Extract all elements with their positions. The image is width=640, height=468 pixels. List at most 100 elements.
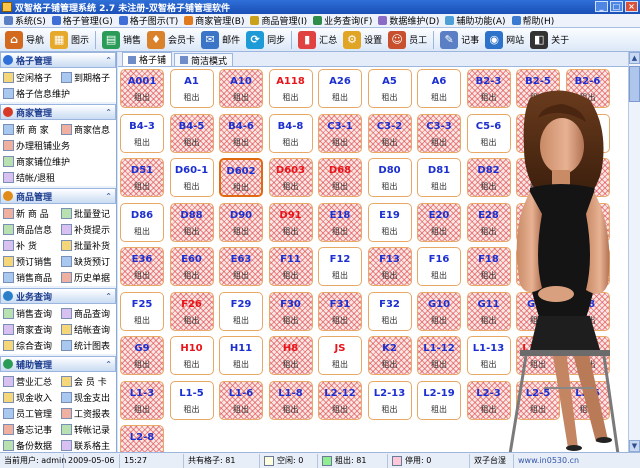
sidebar-item[interactable]: 历史单据	[58, 269, 116, 285]
cell-F32[interactable]: F32 租出	[367, 291, 412, 331]
cell-B4-6[interactable]: B4-6 租出	[219, 113, 263, 153]
scroll-up-icon[interactable]: ▲	[629, 52, 640, 64]
toolbar-button-9[interactable]: ✎ 记事	[437, 29, 482, 51]
cell-E60[interactable]: E60 租出	[169, 247, 214, 286]
sidebar-item[interactable]: 到期格子	[58, 69, 116, 85]
menu-item-2[interactable]: 格子图示(T)	[118, 14, 178, 27]
close-button[interactable]: ×	[625, 1, 638, 12]
sidebar-item[interactable]: 批量登记	[58, 205, 116, 221]
cell-C5-6[interactable]: C5-6 租出	[466, 113, 511, 153]
sidebar-group-header[interactable]: 商品管理 ⌃	[0, 188, 116, 204]
cell-D80[interactable]: D80 租出	[367, 158, 412, 197]
cell-C3-1[interactable]: C3-1 租出	[318, 113, 362, 153]
cell-D85[interactable]: D85 租出	[565, 158, 610, 197]
cell-C3-2[interactable]: C3-2 租出	[367, 113, 412, 153]
cell-L2-19[interactable]: L2-19 租出	[417, 380, 461, 420]
menu-item-4[interactable]: 商品管理(I)	[250, 14, 307, 27]
cell-F26[interactable]: F26 租出	[169, 291, 214, 331]
cell-L2-3[interactable]: L2-3 租出	[466, 380, 511, 420]
cell-L2-6[interactable]: L2-6 租出	[565, 380, 610, 420]
collapse-icon[interactable]: ⌃	[105, 108, 112, 117]
cell-L2-8[interactable]: L2-8	[120, 425, 164, 452]
cell-D82[interactable]: D82 租出	[466, 158, 511, 197]
toolbar-button-10[interactable]: ◉ 网站	[482, 29, 527, 51]
cell-E28[interactable]: E28 租出	[466, 202, 511, 242]
sidebar-item[interactable]: 商品信息	[0, 221, 58, 237]
cell-G9[interactable]: G9 租出	[120, 336, 164, 375]
cell-E18[interactable]: E18 租出	[318, 202, 362, 242]
cell-E31[interactable]: E31 租出	[565, 202, 610, 242]
toolbar-button-6[interactable]: ▮ 汇总	[295, 29, 340, 51]
cell-D86[interactable]: D86 租出	[120, 202, 164, 242]
cell-B2-3[interactable]: B2-3 租出	[466, 69, 511, 108]
cell-B4-3[interactable]: B4-3 租出	[120, 113, 164, 153]
collapse-icon[interactable]: ⌃	[105, 192, 112, 201]
cell-F29[interactable]: F29 租出	[219, 291, 263, 331]
menu-item-3[interactable]: 商家管理(B)	[184, 14, 244, 27]
cell-D81[interactable]: D81 租出	[417, 158, 461, 197]
sidebar-item[interactable]: 预订销售	[0, 253, 58, 269]
cell-L1-13[interactable]: L1-13 租出	[466, 336, 511, 375]
cell-E63[interactable]: E63 租出	[219, 247, 263, 286]
sidebar-item[interactable]: 格子信息维护	[0, 85, 110, 101]
cell-L2-5[interactable]: L2-5 租出	[516, 380, 560, 420]
cell-L1-6[interactable]: L1-6 租出	[219, 380, 263, 420]
sidebar-item[interactable]: 批量补货	[58, 237, 116, 253]
sidebar-item[interactable]: 工资报表	[58, 405, 116, 421]
sidebar-item[interactable]: 商品查询	[58, 305, 116, 321]
cell-L1-19[interactable]: L1-19 租出	[516, 336, 560, 375]
cell-A118[interactable]: A118 租出	[268, 69, 313, 108]
sidebar-group-header[interactable]: 业务查询 ⌃	[0, 288, 116, 304]
collapse-icon[interactable]: ⌃	[105, 56, 112, 65]
cell-D88[interactable]: D88 租出	[169, 202, 214, 242]
cell-F16[interactable]: F16 租出	[417, 247, 461, 286]
cell-A1[interactable]: A1 租出	[169, 69, 214, 108]
cell-A10[interactable]: A10 租出	[219, 69, 263, 108]
cell-L1-3[interactable]: L1-3 租出	[120, 380, 164, 420]
cell-F30[interactable]: F30 租出	[268, 291, 313, 331]
scroll-thumb[interactable]	[629, 66, 640, 102]
scroll-down-icon[interactable]: ▼	[629, 440, 640, 452]
minimize-button[interactable]: _	[595, 1, 608, 12]
sidebar-group-header[interactable]: 格子管理 ⌃	[0, 52, 116, 68]
sidebar-item[interactable]: 新 商 家	[0, 121, 58, 137]
vertical-scrollbar[interactable]: ▲ ▼	[628, 52, 640, 452]
cell-B4-5[interactable]: B4-5 租出	[169, 113, 214, 153]
toolbar-button-5[interactable]: ⟳ 同步	[243, 29, 288, 51]
cell-L1-12[interactable]: L1-12 租出	[417, 336, 461, 375]
cell-A5[interactable]: A5 租出	[367, 69, 412, 108]
sidebar-item[interactable]: 转帐记录	[58, 421, 116, 437]
cell-D60-1[interactable]: D60-1 租出	[169, 158, 214, 197]
sidebar-item[interactable]: 销售查询	[0, 305, 58, 321]
cell-F13[interactable]: F13 租出	[367, 247, 412, 286]
cell-K2[interactable]: K2 租出	[367, 336, 412, 375]
collapse-icon[interactable]: ⌃	[105, 360, 112, 369]
menu-item-7[interactable]: 辅助功能(A)	[445, 14, 506, 27]
cell-F31[interactable]: F31 租出	[318, 291, 362, 331]
cell-H10[interactable]: H10 租出	[169, 336, 214, 375]
toolbar-button-8[interactable]: ☺ 员工	[385, 29, 430, 51]
toolbar-button-0[interactable]: ⌂ 导航	[2, 29, 47, 51]
cell-A001[interactable]: A001 租出	[120, 69, 164, 108]
cell-F23[interactable]: F23 租出	[565, 247, 610, 286]
toolbar-button-2[interactable]: ▤ 销售	[99, 29, 144, 51]
cell-C3-3[interactable]: C3-3 租出	[417, 113, 461, 153]
cell-H8[interactable]: H8 租出	[268, 336, 313, 375]
sidebar-item[interactable]: 缺货预订	[58, 253, 116, 269]
cell-L1-5[interactable]: L1-5 租出	[169, 380, 214, 420]
toolbar-button-4[interactable]: ✉ 邮件	[198, 29, 243, 51]
sidebar-item[interactable]: 现金收入	[0, 389, 58, 405]
cell-G11[interactable]: G11 租出	[466, 291, 511, 331]
cell-D12[interactable]: D12 租出	[565, 113, 610, 153]
sidebar-item[interactable]: 补 货	[0, 237, 58, 253]
cell-E19[interactable]: E19 租出	[367, 202, 412, 242]
sidebar-item[interactable]: 商家信息	[58, 121, 116, 137]
sidebar-item[interactable]: 销售商品	[0, 269, 58, 285]
cell-D91[interactable]: D91 租出	[268, 202, 313, 242]
collapse-icon[interactable]: ⌃	[105, 292, 112, 301]
sidebar-item[interactable]: 结帐/退租	[0, 169, 110, 185]
sidebar-item[interactable]: 商家查询	[0, 321, 58, 337]
tab-1[interactable]: 简洁模式	[174, 53, 234, 67]
sidebar-item[interactable]: 办理租铺业务	[0, 137, 110, 153]
sidebar-item[interactable]: 新 商 品	[0, 205, 58, 221]
